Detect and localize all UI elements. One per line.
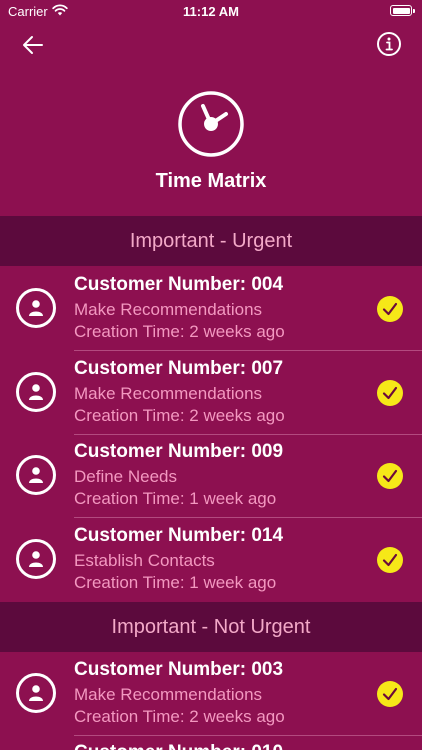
list-item[interactable]: Customer Number: 004 Make Recommendation… [0, 267, 422, 351]
clock-icon [178, 91, 244, 157]
list-item[interactable]: Customer Number: 003 Make Recommendation… [0, 652, 422, 736]
list-item[interactable]: Customer Number: 007 Make Recommendation… [0, 351, 422, 435]
status-time: 11:12 AM [183, 4, 239, 19]
check-icon[interactable] [377, 296, 403, 322]
item-creation-time: Creation Time: 1 week ago [74, 573, 277, 592]
item-title: Customer Number: 004 [74, 274, 284, 295]
back-button[interactable] [18, 30, 48, 60]
avatar-icon [16, 455, 56, 495]
item-title: Customer Number: 003 [74, 659, 284, 680]
item-title: Customer Number: 009 [74, 441, 284, 462]
battery-icon [390, 5, 415, 16]
check-icon[interactable] [377, 380, 403, 406]
navigation-bar [0, 24, 422, 66]
list-item[interactable]: Customer Number: 010 [0, 736, 422, 750]
item-subtitle: Define Needs [74, 467, 178, 486]
list-item[interactable]: Customer Number: 014 Establish Contacts … [0, 518, 422, 602]
page-header: Time Matrix [0, 66, 422, 216]
page-title: Time Matrix [155, 170, 267, 192]
item-title: Customer Number: 007 [74, 358, 284, 379]
item-title: Customer Number: 010 [74, 742, 283, 750]
list-item[interactable]: Customer Number: 009 Define Needs Creati… [0, 434, 422, 518]
item-creation-time: Creation Time: 2 weeks ago [74, 406, 285, 425]
avatar-icon [16, 372, 56, 412]
item-title: Customer Number: 014 [74, 525, 284, 546]
check-icon[interactable] [377, 681, 403, 707]
status-bar: Carrier 11:12 AM [0, 0, 422, 24]
section-header-important-urgent: Important - Urgent [0, 216, 422, 266]
item-subtitle: Make Recommendations [74, 300, 263, 319]
check-icon[interactable] [377, 547, 403, 573]
avatar-icon [16, 673, 56, 713]
check-icon[interactable] [377, 463, 403, 489]
item-creation-time: Creation Time: 2 weeks ago [74, 707, 285, 726]
avatar-icon [16, 288, 56, 328]
avatar-icon [16, 539, 56, 579]
item-subtitle: Make Recommendations [74, 685, 263, 704]
item-subtitle: Establish Contacts [74, 551, 215, 570]
info-button[interactable] [376, 31, 402, 57]
section-header-important-not-urgent: Important - Not Urgent [0, 602, 422, 652]
item-creation-time: Creation Time: 1 week ago [74, 489, 277, 508]
item-creation-time: Creation Time: 2 weeks ago [74, 322, 285, 341]
item-subtitle: Make Recommendations [74, 384, 263, 403]
